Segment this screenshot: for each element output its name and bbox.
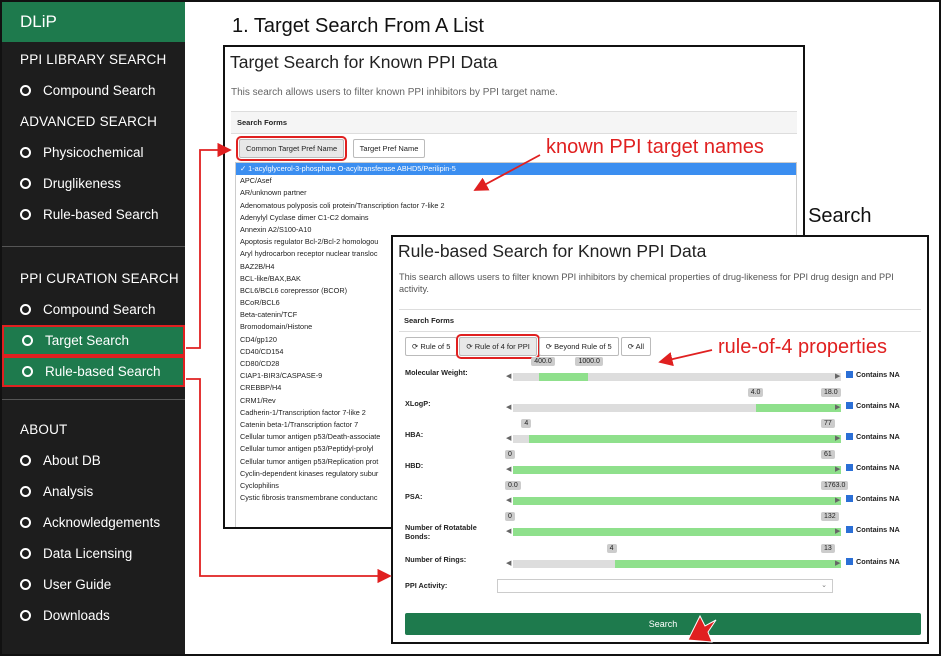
arrow-rule-based (186, 378, 392, 584)
arrow-target-search (186, 142, 232, 349)
cursor-icon (687, 614, 717, 643)
annotation-arrows (186, 142, 717, 643)
arrow-known-targets (473, 154, 541, 191)
arrow-rule-of-4 (658, 349, 713, 367)
